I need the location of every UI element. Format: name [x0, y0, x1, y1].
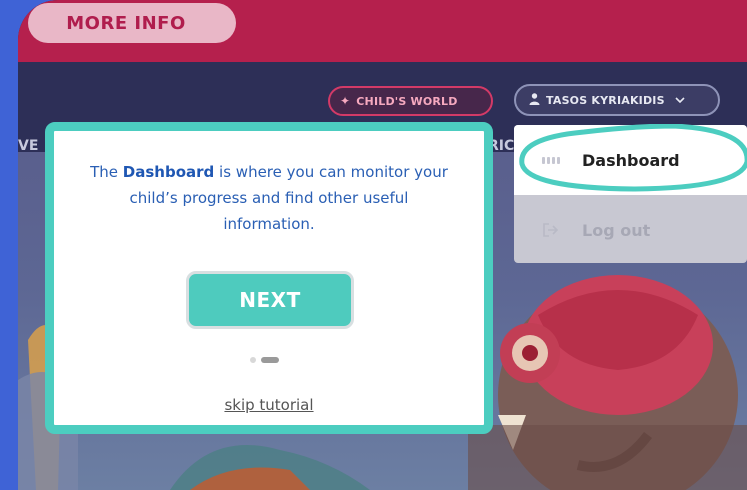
menu-item-logout-label: Log out — [582, 220, 651, 240]
step-dot-active — [261, 357, 279, 363]
monster-illustration — [468, 275, 747, 490]
user-icon — [529, 92, 540, 108]
menu-item-dashboard[interactable]: Dashboard — [514, 125, 747, 195]
skip-tutorial-link[interactable]: skip tutorial — [54, 396, 484, 414]
dashboard-grid-icon — [542, 151, 560, 169]
childs-world-label: CHILD'S WORLD — [356, 94, 458, 108]
more-info-button[interactable]: MORE INFO — [28, 3, 236, 43]
user-name-label: TASOS KYRIAKIDIS — [546, 93, 665, 107]
logout-icon — [542, 221, 560, 239]
menu-item-logout[interactable]: Log out — [514, 195, 747, 265]
tutorial-message: The Dashboard is where you can monitor y… — [82, 159, 456, 237]
menu-item-dashboard-label: Dashboard — [582, 150, 680, 170]
background-nav-text-left: VE — [18, 138, 39, 154]
step-dot — [250, 357, 256, 363]
tutorial-text-highlight: Dashboard — [122, 163, 215, 181]
user-dropdown-menu: Dashboard Log out — [514, 125, 747, 263]
tutorial-text-start: The — [90, 163, 123, 181]
chevron-down-icon — [675, 95, 685, 106]
step-indicator — [250, 357, 284, 363]
tutorial-modal: The Dashboard is where you can monitor y… — [45, 122, 493, 434]
user-menu-button[interactable]: TASOS KYRIAKIDIS — [514, 84, 720, 116]
next-button[interactable]: NEXT — [186, 271, 354, 329]
childs-world-button[interactable]: ✦ CHILD'S WORLD — [328, 86, 493, 116]
sparkle-icon: ✦ — [340, 94, 351, 108]
